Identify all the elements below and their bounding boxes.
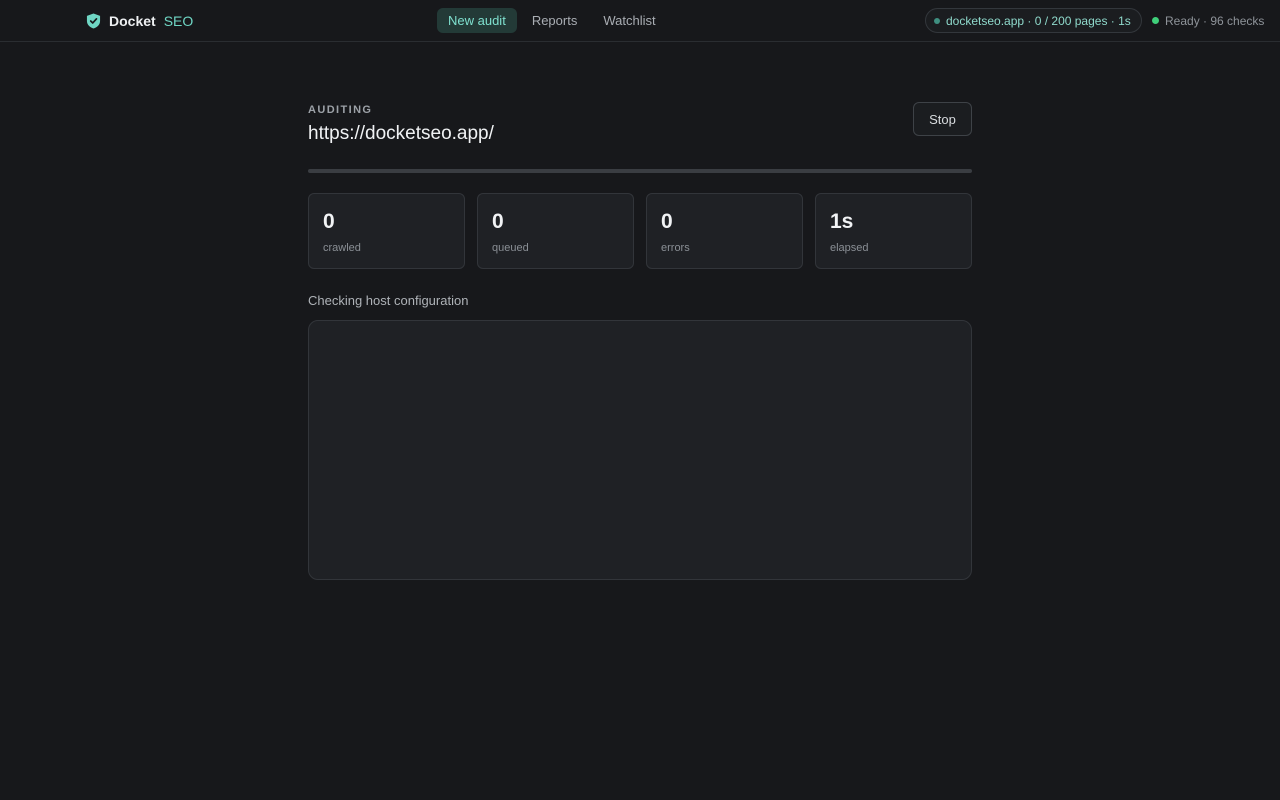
- stat-elapsed: 1s elapsed: [815, 193, 972, 269]
- tab-new-audit[interactable]: New audit: [437, 8, 517, 33]
- stat-value: 0: [492, 210, 504, 233]
- tab-reports[interactable]: Reports: [521, 8, 589, 33]
- audit-url: https://docketseo.app/: [308, 123, 494, 144]
- stat-value: 1s: [830, 210, 854, 233]
- audit-status-text: docketseo.app · 0 / 200 pages · 1s: [946, 13, 1131, 28]
- brand-name: Docket: [109, 13, 156, 29]
- audit-phase-text: Checking host configuration: [308, 293, 469, 308]
- brand-suffix: SEO: [163, 13, 194, 29]
- tab-watchlist[interactable]: Watchlist: [592, 8, 666, 33]
- shield-icon: [86, 13, 101, 29]
- stat-errors: 0 errors: [646, 193, 803, 269]
- stop-button[interactable]: Stop: [913, 102, 972, 136]
- audit-progress-bar: [308, 169, 972, 173]
- stat-queued: 0 queued: [477, 193, 634, 269]
- stat-label: queued: [492, 242, 529, 254]
- stat-crawled: 0 crawled: [308, 193, 465, 269]
- stat-value: 0: [661, 210, 673, 233]
- status-dot-icon: [934, 17, 940, 24]
- stats-row: 0 crawled 0 queued 0 errors 1s elapsed: [308, 193, 972, 269]
- stat-label: crawled: [323, 242, 361, 254]
- stat-value: 0: [323, 210, 335, 233]
- audit-eyebrow: AUDITING: [308, 104, 373, 116]
- audit-status-pill[interactable]: docketseo.app · 0 / 200 pages · 1s: [925, 8, 1142, 33]
- brand[interactable]: Docket SEO: [86, 11, 193, 31]
- stat-label: errors: [661, 242, 690, 254]
- ready-indicator: Ready · 96 checks: [1152, 8, 1264, 33]
- stat-label: elapsed: [830, 242, 869, 254]
- ready-dot-icon: [1152, 17, 1159, 24]
- audit-log-panel[interactable]: [308, 320, 972, 580]
- top-bar: Docket SEO New audit Reports Watchlist d…: [0, 0, 1280, 42]
- main-nav: New audit Reports Watchlist: [437, 8, 667, 33]
- audit-panel: AUDITING https://docketseo.app/ Stop 0 c…: [308, 100, 972, 580]
- ready-text: Ready · 96 checks: [1165, 13, 1265, 28]
